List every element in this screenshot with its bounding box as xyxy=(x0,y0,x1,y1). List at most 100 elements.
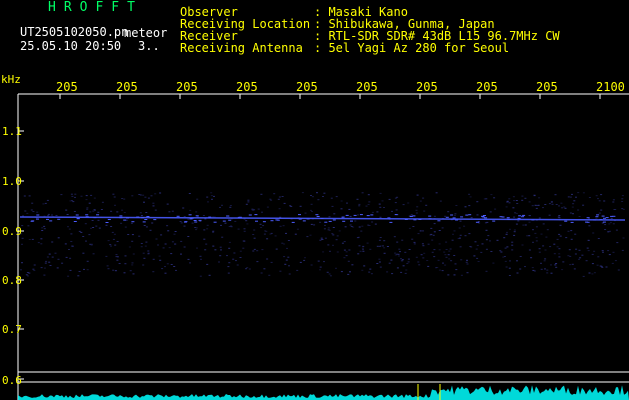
noise-pixel xyxy=(444,254,447,256)
carrier-pixel xyxy=(341,216,345,218)
noise-pixel xyxy=(21,262,23,264)
noise-pixel xyxy=(442,262,444,264)
noise-pixel xyxy=(490,251,493,252)
noise-pixel xyxy=(187,218,190,220)
noise-pixel xyxy=(379,216,382,218)
noise-pixel xyxy=(419,230,422,232)
noise-pixel xyxy=(22,215,24,217)
noise-pixel xyxy=(535,237,538,239)
noise-pixel xyxy=(281,242,284,244)
carrier-pixel xyxy=(366,215,370,217)
noise-pixel xyxy=(131,264,134,266)
noise-pixel xyxy=(475,248,478,250)
noise-pixel xyxy=(347,260,350,262)
noise-pixel xyxy=(508,267,511,269)
noise-pixel xyxy=(309,234,312,236)
noise-pixel xyxy=(595,217,598,219)
noise-pixel xyxy=(596,264,599,266)
noise-pixel xyxy=(608,223,611,225)
noise-pixel xyxy=(509,228,511,230)
noise-pixel xyxy=(319,239,322,241)
noise-pixel xyxy=(335,196,338,198)
noise-pixel xyxy=(228,247,231,249)
spectrogram-canvas xyxy=(17,93,629,400)
noise-pixel xyxy=(493,197,496,199)
noise-pixel xyxy=(73,211,76,212)
noise-pixel xyxy=(189,209,192,211)
noise-pixel xyxy=(60,194,63,196)
noise-pixel xyxy=(522,224,525,226)
noise-pixel xyxy=(540,262,542,264)
noise-pixel xyxy=(124,226,127,228)
noise-pixel xyxy=(243,228,246,230)
noise-pixel xyxy=(419,200,422,202)
noise-pixel xyxy=(361,247,364,249)
noise-pixel xyxy=(438,249,441,251)
noise-pixel xyxy=(40,238,43,240)
carrier-pixel xyxy=(593,219,597,221)
freq-tick-label: 1.1 xyxy=(2,125,22,138)
noise-pixel xyxy=(268,274,271,276)
noise-pixel xyxy=(595,195,598,197)
carrier-pixel xyxy=(291,221,295,223)
noise-pixel xyxy=(610,217,613,219)
noise-pixel xyxy=(391,273,394,275)
noise-pixel xyxy=(144,196,147,198)
noise-pixel xyxy=(274,235,277,237)
noise-pixel xyxy=(317,199,320,201)
noise-pixel xyxy=(466,272,469,274)
noise-pixel xyxy=(121,198,124,199)
noise-pixel xyxy=(362,249,364,251)
noise-pixel xyxy=(361,269,364,271)
noise-pixel xyxy=(374,223,377,225)
noise-pixel xyxy=(40,243,43,245)
noise-pixel xyxy=(260,193,263,195)
noise-pixel xyxy=(331,205,334,207)
noise-pixel xyxy=(458,227,461,229)
carrier-pixel xyxy=(324,221,328,223)
noise-pixel xyxy=(97,211,100,213)
noise-pixel xyxy=(368,271,371,273)
noise-pixel xyxy=(601,250,604,252)
noise-pixel xyxy=(92,253,95,255)
noise-pixel xyxy=(21,243,23,245)
noise-pixel xyxy=(441,227,444,229)
noise-pixel xyxy=(617,269,620,271)
noise-pixel xyxy=(138,194,141,195)
noise-pixel xyxy=(243,230,246,232)
noise-pixel xyxy=(253,248,256,250)
noise-pixel xyxy=(88,234,91,236)
noise-pixel xyxy=(480,251,483,253)
noise-pixel xyxy=(266,258,269,260)
noise-pixel xyxy=(388,198,391,200)
noise-pixel xyxy=(549,246,552,248)
noise-pixel xyxy=(530,257,533,259)
noise-pixel xyxy=(395,209,398,211)
noise-pixel xyxy=(463,225,466,227)
noise-pixel xyxy=(288,273,291,275)
noise-pixel xyxy=(310,223,313,225)
freq-tick-label: 0.8 xyxy=(2,274,22,287)
noise-pixel xyxy=(379,266,382,268)
noise-pixel xyxy=(368,201,371,203)
noise-pixel xyxy=(158,255,161,257)
bottom-level-trace xyxy=(18,384,629,400)
noise-pixel xyxy=(515,200,518,201)
noise-pixel xyxy=(470,217,473,219)
noise-pixel xyxy=(105,224,108,226)
noise-pixel xyxy=(358,203,361,205)
noise-pixel xyxy=(83,268,85,270)
noise-pixel xyxy=(257,208,260,210)
noise-pixel xyxy=(551,203,554,205)
noise-pixel xyxy=(82,252,85,254)
noise-pixel xyxy=(116,259,119,261)
noise-pixel xyxy=(45,260,48,262)
noise-pixel xyxy=(558,215,561,216)
noise-pixel xyxy=(574,233,577,235)
noise-pixel xyxy=(328,273,331,275)
carrier-pixel xyxy=(222,220,226,222)
noise-pixel xyxy=(597,256,600,258)
noise-pixel xyxy=(533,194,536,196)
noise-pixel xyxy=(82,236,85,237)
noise-pixel xyxy=(106,265,109,267)
